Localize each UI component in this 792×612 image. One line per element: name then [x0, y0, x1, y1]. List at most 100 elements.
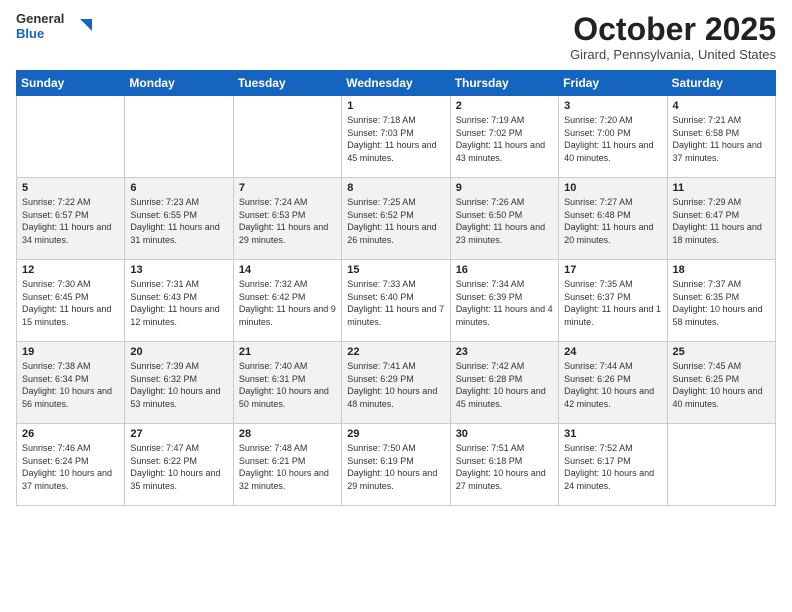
title-block: October 2025 Girard, Pennsylvania, Unite… [570, 12, 776, 62]
day-info: Sunrise: 7:18 AM Sunset: 7:03 PM Dayligh… [347, 114, 444, 164]
calendar-cell: 17 Sunrise: 7:35 AM Sunset: 6:37 PM Dayli… [559, 260, 667, 342]
day-info: Sunrise: 7:31 AM Sunset: 6:43 PM Dayligh… [130, 278, 227, 328]
day-number: 3 [564, 100, 661, 112]
calendar-cell: 1 Sunrise: 7:18 AM Sunset: 7:03 PM Daylig… [342, 96, 450, 178]
day-number: 30 [456, 428, 553, 440]
day-number: 8 [347, 182, 444, 194]
day-number: 12 [22, 264, 119, 276]
calendar-cell: 25 Sunrise: 7:45 AM Sunset: 6:25 PM Dayli… [667, 342, 775, 424]
logo-general: General [16, 12, 64, 27]
calendar-cell: 15 Sunrise: 7:33 AM Sunset: 6:40 PM Dayli… [342, 260, 450, 342]
calendar-week-2: 5 Sunrise: 7:22 AM Sunset: 6:57 PM Daylig… [17, 178, 776, 260]
calendar-cell [667, 424, 775, 506]
subtitle: Girard, Pennsylvania, United States [570, 47, 776, 62]
day-number: 28 [239, 428, 336, 440]
day-info: Sunrise: 7:20 AM Sunset: 7:00 PM Dayligh… [564, 114, 661, 164]
calendar-cell: 3 Sunrise: 7:20 AM Sunset: 7:00 PM Daylig… [559, 96, 667, 178]
day-number: 22 [347, 346, 444, 358]
day-info: Sunrise: 7:37 AM Sunset: 6:35 PM Dayligh… [673, 278, 770, 328]
day-number: 6 [130, 182, 227, 194]
calendar-header-row: SundayMondayTuesdayWednesdayThursdayFrid… [17, 71, 776, 96]
day-number: 20 [130, 346, 227, 358]
day-info: Sunrise: 7:29 AM Sunset: 6:47 PM Dayligh… [673, 196, 770, 246]
calendar-cell: 2 Sunrise: 7:19 AM Sunset: 7:02 PM Daylig… [450, 96, 558, 178]
day-info: Sunrise: 7:48 AM Sunset: 6:21 PM Dayligh… [239, 442, 336, 492]
day-info: Sunrise: 7:22 AM Sunset: 6:57 PM Dayligh… [22, 196, 119, 246]
calendar-cell: 16 Sunrise: 7:34 AM Sunset: 6:39 PM Dayli… [450, 260, 558, 342]
day-info: Sunrise: 7:23 AM Sunset: 6:55 PM Dayligh… [130, 196, 227, 246]
day-number: 16 [456, 264, 553, 276]
day-number: 23 [456, 346, 553, 358]
calendar-cell [233, 96, 341, 178]
day-number: 18 [673, 264, 770, 276]
calendar-cell: 22Sunrise: 7:41 AM Sunset: 6:29 PM Dayli… [342, 342, 450, 424]
calendar-week-1: 1 Sunrise: 7:18 AM Sunset: 7:03 PM Daylig… [17, 96, 776, 178]
logo-arrow-icon [72, 17, 92, 37]
day-info: Sunrise: 7:51 AM Sunset: 6:18 PM Dayligh… [456, 442, 553, 492]
calendar-header-friday: Friday [559, 71, 667, 96]
day-info: Sunrise: 7:30 AM Sunset: 6:45 PM Dayligh… [22, 278, 119, 328]
day-number: 7 [239, 182, 336, 194]
page: General Blue October 2025 Girard, Pennsy… [0, 0, 792, 612]
day-info: Sunrise: 7:45 AM Sunset: 6:25 PM Dayligh… [673, 360, 770, 410]
day-number: 15 [347, 264, 444, 276]
calendar-header-monday: Monday [125, 71, 233, 96]
day-info: Sunrise: 7:26 AM Sunset: 6:50 PM Dayligh… [456, 196, 553, 246]
calendar-cell: 21Sunrise: 7:40 AM Sunset: 6:31 PM Dayli… [233, 342, 341, 424]
calendar-cell: 29 Sunrise: 7:50 AM Sunset: 6:19 PM Dayli… [342, 424, 450, 506]
day-number: 27 [130, 428, 227, 440]
day-number: 1 [347, 100, 444, 112]
day-info: Sunrise: 7:27 AM Sunset: 6:48 PM Dayligh… [564, 196, 661, 246]
day-number: 5 [22, 182, 119, 194]
day-number: 19 [22, 346, 119, 358]
day-info: Sunrise: 7:42 AM Sunset: 6:28 PM Dayligh… [456, 360, 553, 410]
calendar-cell: 5 Sunrise: 7:22 AM Sunset: 6:57 PM Daylig… [17, 178, 125, 260]
calendar-header-wednesday: Wednesday [342, 71, 450, 96]
day-number: 11 [673, 182, 770, 194]
day-info: Sunrise: 7:19 AM Sunset: 7:02 PM Dayligh… [456, 114, 553, 164]
calendar-cell: 31Sunrise: 7:52 AM Sunset: 6:17 PM Dayli… [559, 424, 667, 506]
day-number: 9 [456, 182, 553, 194]
calendar-header-tuesday: Tuesday [233, 71, 341, 96]
month-title: October 2025 [570, 12, 776, 47]
calendar-table: SundayMondayTuesdayWednesdayThursdayFrid… [16, 70, 776, 506]
day-info: Sunrise: 7:50 AM Sunset: 6:19 PM Dayligh… [347, 442, 444, 492]
day-info: Sunrise: 7:32 AM Sunset: 6:42 PM Dayligh… [239, 278, 336, 328]
day-info: Sunrise: 7:24 AM Sunset: 6:53 PM Dayligh… [239, 196, 336, 246]
day-info: Sunrise: 7:52 AM Sunset: 6:17 PM Dayligh… [564, 442, 661, 492]
day-info: Sunrise: 7:25 AM Sunset: 6:52 PM Dayligh… [347, 196, 444, 246]
day-number: 26 [22, 428, 119, 440]
calendar-cell: 27 Sunrise: 7:47 AM Sunset: 6:22 PM Dayli… [125, 424, 233, 506]
day-info: Sunrise: 7:34 AM Sunset: 6:39 PM Dayligh… [456, 278, 553, 328]
logo-blue: Blue [16, 27, 64, 42]
day-info: Sunrise: 7:40 AM Sunset: 6:31 PM Dayligh… [239, 360, 336, 410]
day-number: 25 [673, 346, 770, 358]
calendar-cell: 6 Sunrise: 7:23 AM Sunset: 6:55 PM Daylig… [125, 178, 233, 260]
day-info: Sunrise: 7:46 AM Sunset: 6:24 PM Dayligh… [22, 442, 119, 492]
header: General Blue October 2025 Girard, Pennsy… [16, 12, 776, 62]
calendar-cell: 18 Sunrise: 7:37 AM Sunset: 6:35 PM Dayli… [667, 260, 775, 342]
calendar-cell: 13 Sunrise: 7:31 AM Sunset: 6:43 PM Dayli… [125, 260, 233, 342]
calendar-week-4: 19 Sunrise: 7:38 AM Sunset: 6:34 PM Dayli… [17, 342, 776, 424]
calendar-cell [17, 96, 125, 178]
calendar-header-thursday: Thursday [450, 71, 558, 96]
calendar-cell: 28 Sunrise: 7:48 AM Sunset: 6:21 PM Dayli… [233, 424, 341, 506]
calendar-cell: 14Sunrise: 7:32 AM Sunset: 6:42 PM Dayli… [233, 260, 341, 342]
day-number: 29 [347, 428, 444, 440]
day-info: Sunrise: 7:47 AM Sunset: 6:22 PM Dayligh… [130, 442, 227, 492]
calendar-cell: 23 Sunrise: 7:42 AM Sunset: 6:28 PM Dayli… [450, 342, 558, 424]
calendar-cell [125, 96, 233, 178]
day-number: 17 [564, 264, 661, 276]
calendar-cell: 4Sunrise: 7:21 AM Sunset: 6:58 PM Daylig… [667, 96, 775, 178]
day-info: Sunrise: 7:44 AM Sunset: 6:26 PM Dayligh… [564, 360, 661, 410]
calendar-cell: 11 Sunrise: 7:29 AM Sunset: 6:47 PM Dayli… [667, 178, 775, 260]
day-number: 13 [130, 264, 227, 276]
day-info: Sunrise: 7:21 AM Sunset: 6:58 PM Dayligh… [673, 114, 770, 164]
day-info: Sunrise: 7:35 AM Sunset: 6:37 PM Dayligh… [564, 278, 661, 328]
calendar-cell: 8 Sunrise: 7:25 AM Sunset: 6:52 PM Daylig… [342, 178, 450, 260]
calendar-cell: 12 Sunrise: 7:30 AM Sunset: 6:45 PM Dayli… [17, 260, 125, 342]
day-number: 2 [456, 100, 553, 112]
day-info: Sunrise: 7:38 AM Sunset: 6:34 PM Dayligh… [22, 360, 119, 410]
calendar-cell: 7 Sunrise: 7:24 AM Sunset: 6:53 PM Daylig… [233, 178, 341, 260]
day-info: Sunrise: 7:33 AM Sunset: 6:40 PM Dayligh… [347, 278, 444, 328]
